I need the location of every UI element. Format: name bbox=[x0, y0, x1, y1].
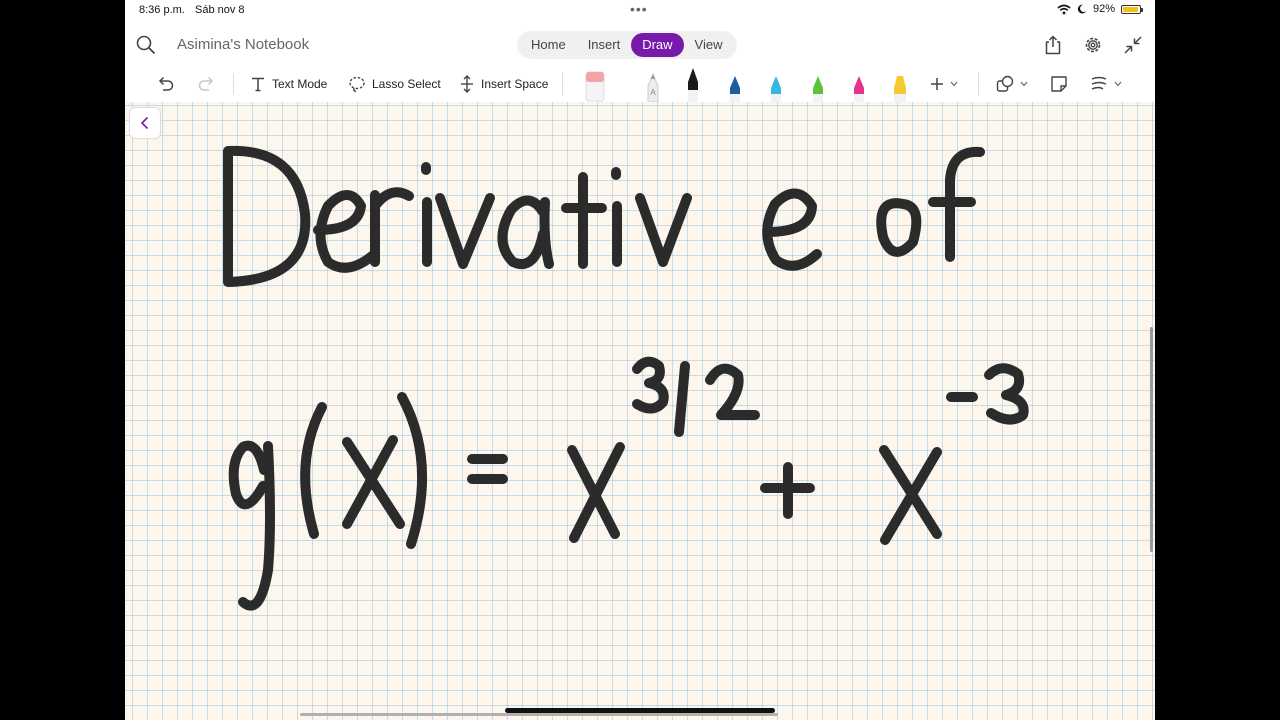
text-mode-button[interactable]: Text Mode bbox=[250, 66, 327, 102]
gear-icon bbox=[1085, 37, 1101, 53]
note-canvas[interactable] bbox=[125, 102, 1155, 720]
tab-insert[interactable]: Insert bbox=[577, 33, 632, 57]
ink-letter-v2 bbox=[635, 193, 692, 267]
handwritten-ink bbox=[223, 145, 1029, 611]
navy-pen-tool[interactable] bbox=[727, 68, 743, 102]
chevron-down-icon bbox=[950, 81, 958, 87]
ink-letter-t bbox=[561, 172, 607, 269]
collapse-fullscreen-button[interactable] bbox=[1121, 33, 1145, 57]
title-bar: Asimina's Notebook Home Insert Draw View bbox=[125, 22, 1155, 66]
share-icon bbox=[1045, 35, 1061, 55]
lasso-icon bbox=[349, 76, 365, 93]
ink-letter-g bbox=[228, 440, 275, 611]
collapse-arrows-icon bbox=[1124, 36, 1142, 54]
home-indicator[interactable] bbox=[505, 708, 775, 713]
ink-letter-x2 bbox=[567, 442, 625, 543]
green-pen-tool[interactable] bbox=[810, 68, 826, 102]
tab-view[interactable]: View bbox=[684, 33, 734, 57]
lasso-select-button[interactable]: Lasso Select bbox=[348, 66, 441, 102]
title-actions bbox=[1041, 33, 1145, 57]
share-button[interactable] bbox=[1041, 33, 1065, 57]
ink-letter-f bbox=[928, 146, 985, 262]
ink-letter-o bbox=[876, 198, 922, 257]
status-date: Sáb nov 8 bbox=[195, 4, 245, 16]
ink-letter-e2 bbox=[762, 188, 822, 271]
onenote-app: 8:36 p.m. Sáb nov 8 ••• 92% Asimina's No… bbox=[125, 0, 1155, 720]
insert-space-label: Insert Space bbox=[481, 77, 549, 91]
ink-exponent-3b bbox=[984, 363, 1029, 425]
moon-icon bbox=[1077, 4, 1087, 14]
wifi-icon bbox=[1057, 4, 1071, 14]
battery-level bbox=[1123, 6, 1138, 12]
vertical-scrollbar[interactable] bbox=[1150, 327, 1153, 552]
pencil-tool[interactable]: A bbox=[645, 68, 661, 102]
ink-letter-a bbox=[497, 195, 554, 269]
ink-plus bbox=[760, 462, 815, 519]
draw-toolbar: Text Mode Lasso Select Insert Space A bbox=[125, 66, 1155, 103]
ink-letter-D bbox=[223, 145, 311, 287]
search-icon bbox=[136, 35, 155, 54]
undo-button[interactable] bbox=[157, 66, 175, 102]
tab-home[interactable]: Home bbox=[520, 33, 577, 57]
ink-options-button[interactable] bbox=[1090, 66, 1122, 102]
search-button[interactable] bbox=[135, 34, 157, 56]
tab-draw[interactable]: Draw bbox=[631, 33, 684, 57]
cyan-pen-tool[interactable] bbox=[768, 68, 784, 102]
chevron-down-icon bbox=[1020, 81, 1028, 87]
notebook-title[interactable]: Asimina's Notebook bbox=[177, 36, 309, 53]
battery-icon bbox=[1121, 4, 1143, 14]
status-indicators: 92% bbox=[1057, 3, 1143, 15]
eraser-tool[interactable] bbox=[585, 68, 605, 102]
shapes-icon bbox=[996, 75, 1014, 92]
redo-button[interactable] bbox=[197, 66, 215, 102]
ink-exponent-3 bbox=[632, 356, 669, 414]
redo-icon bbox=[198, 76, 214, 91]
ink-letter-x1 bbox=[342, 435, 405, 529]
horizontal-scrollbar[interactable] bbox=[300, 713, 778, 716]
yellow-highlighter-tool[interactable] bbox=[892, 68, 908, 102]
insert-space-button[interactable]: Insert Space bbox=[459, 66, 548, 102]
ink-exponent-2 bbox=[705, 363, 760, 420]
ink-letter-v bbox=[435, 193, 495, 269]
battery-percentage: 92% bbox=[1092, 3, 1115, 15]
svg-text:A: A bbox=[650, 88, 656, 97]
undo-icon bbox=[158, 76, 174, 91]
shapes-button[interactable] bbox=[996, 66, 1028, 102]
ink-paren-open bbox=[300, 402, 327, 539]
ink-equals bbox=[467, 454, 508, 484]
chevron-down-icon bbox=[1114, 81, 1122, 87]
status-bar: 8:36 p.m. Sáb nov 8 ••• 92% bbox=[125, 0, 1155, 22]
pink-pen-tool[interactable] bbox=[851, 68, 867, 102]
text-icon bbox=[252, 77, 264, 92]
settings-button[interactable] bbox=[1081, 33, 1105, 57]
plus-icon bbox=[931, 78, 943, 90]
lasso-select-label: Lasso Select bbox=[372, 77, 441, 91]
text-mode-label: Text Mode bbox=[272, 77, 328, 91]
black-pen-tool[interactable] bbox=[685, 68, 701, 102]
ink-exponent-slash bbox=[674, 361, 690, 437]
insert-space-icon bbox=[461, 75, 473, 93]
add-pen-button[interactable] bbox=[930, 66, 958, 102]
ink-lines-icon bbox=[1091, 76, 1107, 90]
ink-note-icon bbox=[1051, 76, 1067, 92]
ink-to-shape-button[interactable] bbox=[1050, 66, 1068, 102]
multitasking-dots-icon[interactable]: ••• bbox=[630, 1, 648, 17]
ink-letter-e bbox=[313, 190, 377, 273]
ink-letter-x3 bbox=[879, 445, 942, 545]
ribbon-tabs: Home Insert Draw View bbox=[517, 31, 737, 59]
ink-letter-r bbox=[370, 187, 414, 267]
ink-paren-close bbox=[397, 392, 428, 549]
status-time: 8:36 p.m. bbox=[139, 4, 185, 16]
